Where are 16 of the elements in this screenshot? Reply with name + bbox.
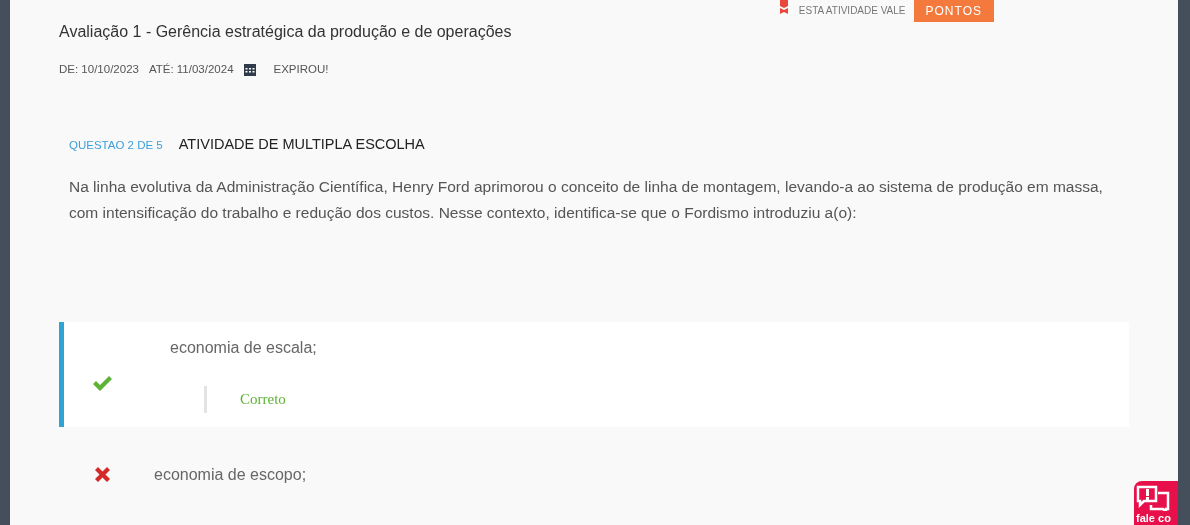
feedback-text: Correto: [204, 386, 317, 413]
answer-text: economia de escopo;: [154, 464, 307, 485]
points-label: ESTA ATIVIDADE VALE: [798, 4, 906, 18]
activity-title: Avaliação 1 - Gerência estratégica da produção e de operações: [59, 22, 513, 42]
end-date: ATÉ: 11/03/2024: [148, 62, 234, 78]
points-button[interactable]: PONTOS: [913, 0, 994, 22]
answer-text: economia de escala;: [170, 338, 317, 359]
alert-chat-icon: [1136, 485, 1170, 511]
calendar-icon: [243, 63, 256, 77]
start-date: DE: 10/10/2023: [59, 62, 139, 78]
status-text: EXPIROU!: [273, 62, 329, 78]
question-text: Na linha evolutiva da Administração Científica, Henry Ford aprimorou o conceito de linha de montagem, levando-a ao sistema de produção em massa, com intensificação do trabalho e redução dos custos. Nesse contexto, identifica-se que o Fordismo introduziu a(o):: [69, 177, 1104, 224]
question-type: ATIVIDADE DE MULTIPLA ESCOLHA: [178, 135, 425, 155]
chat-widget-button[interactable]: fale co: [1134, 481, 1178, 525]
question-counter: QUESTAO 2 DE 5: [69, 138, 163, 154]
chat-widget-label: fale co: [1136, 511, 1172, 525]
